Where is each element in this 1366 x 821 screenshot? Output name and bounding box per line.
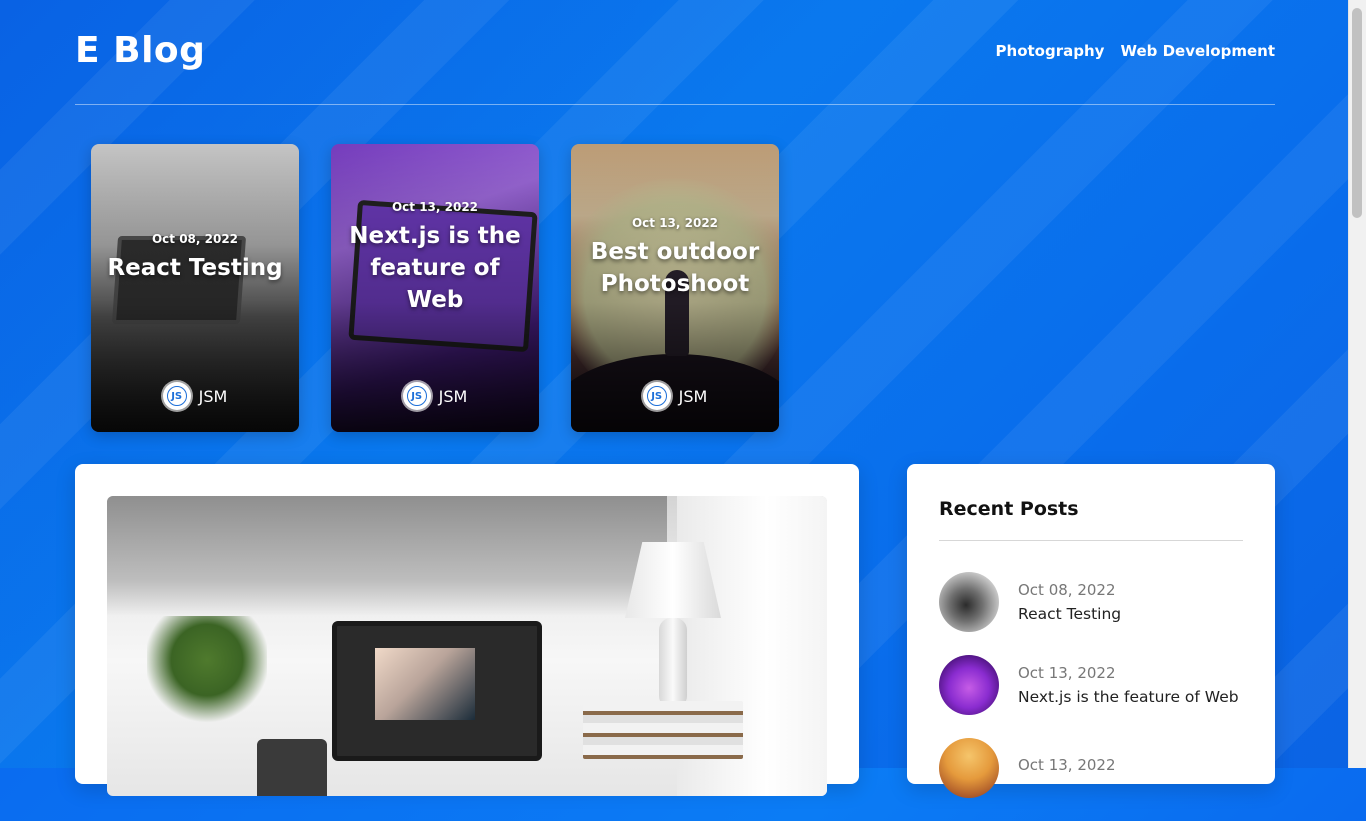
recent-post-text: Oct 13, 2022 xyxy=(1018,756,1116,780)
featured-post-title: Best outdoor Photoshoot xyxy=(590,239,760,297)
author-name: JSM xyxy=(198,386,228,406)
featured-post-card[interactable]: Oct 13, 2022 Best outdoor Photoshoot JS … xyxy=(571,144,779,432)
avatar-logo-text: JS xyxy=(646,386,667,406)
lamp-base-illustration xyxy=(659,618,687,708)
recent-post-thumbnail xyxy=(939,655,999,715)
site-header: E Blog Photography Web Development xyxy=(75,28,1275,105)
avatar-logo-text: JS xyxy=(406,386,427,406)
laptop-screen xyxy=(375,648,475,720)
scrollbar-thumb[interactable] xyxy=(1352,8,1362,218)
recent-post-date: Oct 08, 2022 xyxy=(1018,581,1116,599)
featured-post-text: Oct 08, 2022 React Testing xyxy=(91,144,299,372)
laptop-illustration xyxy=(332,621,542,761)
divider xyxy=(939,540,1243,541)
recent-post-title[interactable]: React Testing xyxy=(1018,605,1121,623)
featured-post-date: Oct 08, 2022 xyxy=(151,232,239,246)
featured-post-card[interactable]: Oct 08, 2022 React Testing JS JSM xyxy=(91,144,299,432)
author-avatar: JS xyxy=(642,382,671,410)
site-logo[interactable]: E Blog xyxy=(75,30,205,71)
recent-posts-list: Oct 08, 2022 React Testing Oct 13, 2022 … xyxy=(939,572,1249,821)
nav-link-photography[interactable]: Photography xyxy=(996,42,1105,60)
recent-post-date: Oct 13, 2022 xyxy=(1018,756,1116,774)
plant-illustration xyxy=(147,616,267,726)
books-illustration xyxy=(583,701,743,759)
author-name: JSM xyxy=(678,386,708,406)
avatar-logo-text: JS xyxy=(166,386,187,406)
post-featured-image[interactable] xyxy=(107,496,827,796)
recent-post-thumbnail xyxy=(939,572,999,632)
recent-posts-widget: Recent Posts Oct 08, 2022 React Testing … xyxy=(907,464,1275,798)
featured-post-author: JS JSM xyxy=(91,382,299,410)
recent-post-text: Oct 08, 2022 React Testing xyxy=(1018,581,1121,623)
author-avatar: JS xyxy=(402,382,431,410)
recent-posts-heading: Recent Posts xyxy=(939,498,1079,520)
recent-post-title[interactable]: Next.js is the feature of Web xyxy=(1018,688,1239,706)
recent-post-item[interactable]: Oct 08, 2022 React Testing xyxy=(939,572,1249,632)
featured-post-author: JS JSM xyxy=(331,382,539,410)
recent-post-item[interactable]: Oct 13, 2022 Next.js is the feature of W… xyxy=(939,655,1249,715)
wall-shadow xyxy=(107,496,667,616)
recent-post-text: Oct 13, 2022 Next.js is the feature of W… xyxy=(1018,664,1239,706)
featured-post-title: React Testing xyxy=(107,255,283,281)
featured-post-text: Oct 13, 2022 Next.js is the feature of W… xyxy=(331,144,539,372)
recent-post-item[interactable]: Oct 13, 2022 xyxy=(939,738,1249,798)
nav-link-web-development[interactable]: Web Development xyxy=(1120,42,1275,60)
category-nav: Photography Web Development xyxy=(996,42,1275,60)
page-scrollbar[interactable] xyxy=(1348,0,1366,768)
featured-post-text: Oct 13, 2022 Best outdoor Photoshoot xyxy=(571,144,779,372)
recent-post-thumbnail xyxy=(939,738,999,798)
featured-post-title: Next.js is the feature of Web xyxy=(349,223,521,313)
featured-post-date: Oct 13, 2022 xyxy=(631,216,719,230)
recent-post-date: Oct 13, 2022 xyxy=(1018,664,1116,682)
featured-post-card[interactable]: Oct 13, 2022 Next.js is the feature of W… xyxy=(331,144,539,432)
post-card xyxy=(75,464,859,796)
author-avatar: JS xyxy=(162,382,191,410)
featured-post-date: Oct 13, 2022 xyxy=(391,200,479,214)
author-name: JSM xyxy=(438,386,468,406)
featured-post-author: JS JSM xyxy=(571,382,779,410)
